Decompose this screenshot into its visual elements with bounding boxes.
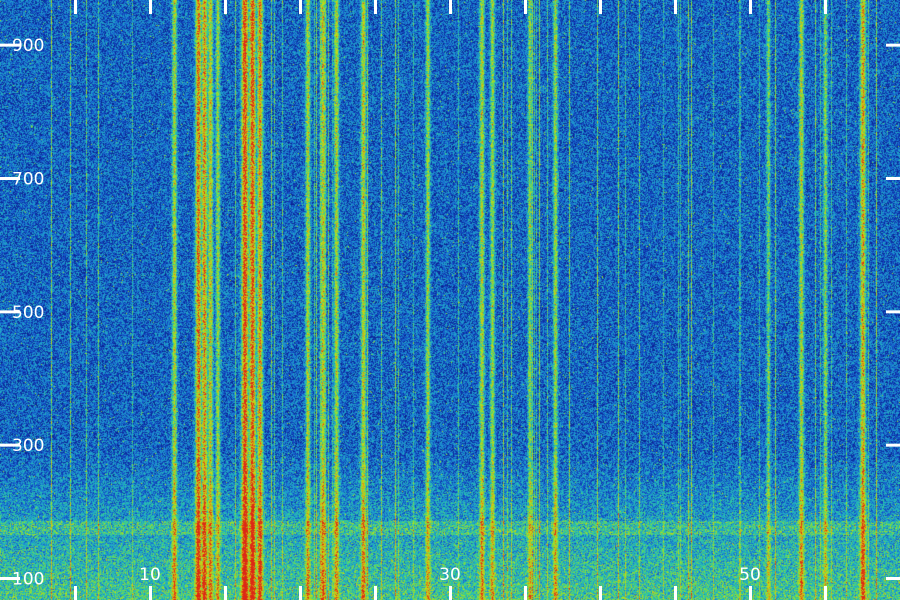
x-tick-label-1: 30 (439, 565, 461, 585)
y-tick-labels: 100 300 500 700 900 (12, 36, 44, 589)
x-tick-label-0: 10 (139, 565, 161, 585)
y-tick-label-3: 700 (12, 170, 44, 190)
waterfall-chart: 10 30 50 100 300 500 700 900 (0, 0, 900, 600)
x-tick-labels: 10 30 50 (139, 565, 761, 585)
y-tick-label-4: 900 (12, 36, 44, 56)
right-axis-ticks (886, 43, 900, 580)
y-tick-label-0: 100 (12, 570, 44, 590)
y-tick-label-1: 300 (12, 436, 44, 456)
y-tick-label-2: 500 (12, 303, 44, 323)
x-tick-label-2: 50 (739, 565, 761, 585)
chart-axes: 10 30 50 100 300 500 700 900 (0, 0, 900, 600)
top-axis-ticks (74, 0, 827, 14)
bottom-axis-ticks (74, 586, 827, 600)
